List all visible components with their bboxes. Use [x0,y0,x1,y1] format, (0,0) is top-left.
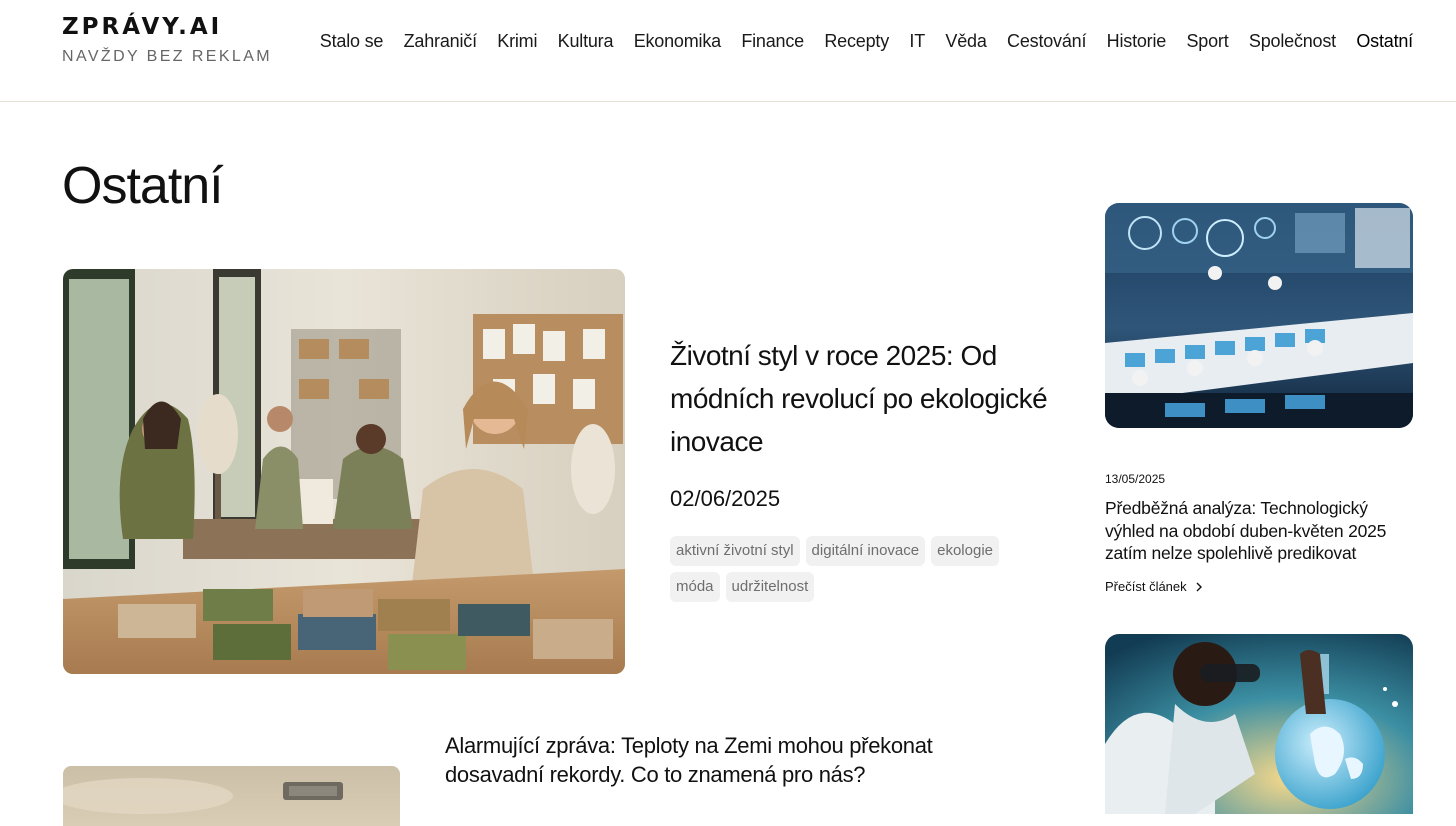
tag-item[interactable]: udržitelnost [725,572,815,602]
nav-item-veda[interactable]: Věda [945,30,986,52]
nav-item-recepty[interactable]: Recepty [824,30,889,52]
nav-item-ostatni[interactable]: Ostatní [1356,30,1413,52]
nav-item-stalo-se[interactable]: Stalo se [320,30,384,52]
tech-lab-image [1105,203,1413,428]
main-nav: Stalo se Zahraničí Krimi Kultura Ekonomi… [320,30,1413,52]
logo-subtitle: NAVŽDY BEZ REKLAM [62,48,273,65]
sidebar-article-date: 13/05/2025 [1105,472,1166,486]
fashion-workshop-image [63,269,625,674]
nav-item-kultura[interactable]: Kultura [558,30,614,52]
nav-item-historie[interactable]: Historie [1107,30,1167,52]
sidebar-article-image-2[interactable] [1105,634,1413,814]
nav-item-krimi[interactable]: Krimi [497,30,537,52]
chevron-right-icon [1196,582,1202,591]
tag-item[interactable]: móda [670,572,720,602]
second-article-image[interactable] [63,766,400,826]
site-header: ZPRÁVY.AI NAVŽDY BEZ REKLAM Stalo se Zah… [0,0,1456,102]
page-title: Ostatní [62,157,224,215]
landscape-sign-image [63,766,400,826]
nav-item-sport[interactable]: Sport [1186,30,1228,52]
featured-article-tags: aktivní životní styl digitální inovace e… [670,536,1050,602]
nav-item-ekonomika[interactable]: Ekonomika [634,30,721,52]
read-article-label: Přečíst článek [1105,579,1187,594]
featured-article-date: 02/06/2025 [670,486,781,511]
featured-article-image[interactable] [63,269,625,674]
nav-item-it[interactable]: IT [909,30,925,52]
tag-item[interactable]: digitální inovace [805,536,926,566]
tag-item[interactable]: ekologie [931,536,1000,566]
nav-item-finance[interactable]: Finance [741,30,804,52]
tag-item[interactable]: aktivní životní styl [670,536,800,566]
read-article-link[interactable]: Přečíst článek [1105,579,1203,594]
nav-item-zahranici[interactable]: Zahraničí [404,30,477,52]
nav-item-cestovani[interactable]: Cestování [1007,30,1086,52]
scientist-globe-flask-image [1105,634,1413,814]
nav-item-spolecnost[interactable]: Společnost [1249,30,1336,52]
site-logo[interactable]: ZPRÁVY.AI NAVŽDY BEZ REKLAM [62,14,272,66]
logo-title: ZPRÁVY.AI [62,14,223,40]
sidebar-article-image[interactable] [1105,203,1413,428]
featured-article-title[interactable]: Životní styl v roce 2025: Od módních rev… [670,334,1070,463]
second-article-title[interactable]: Alarmující zpráva: Teploty na Zemi mohou… [445,731,1005,789]
sidebar-article-title[interactable]: Předběžná analýza: Technologický výhled … [1105,497,1415,565]
